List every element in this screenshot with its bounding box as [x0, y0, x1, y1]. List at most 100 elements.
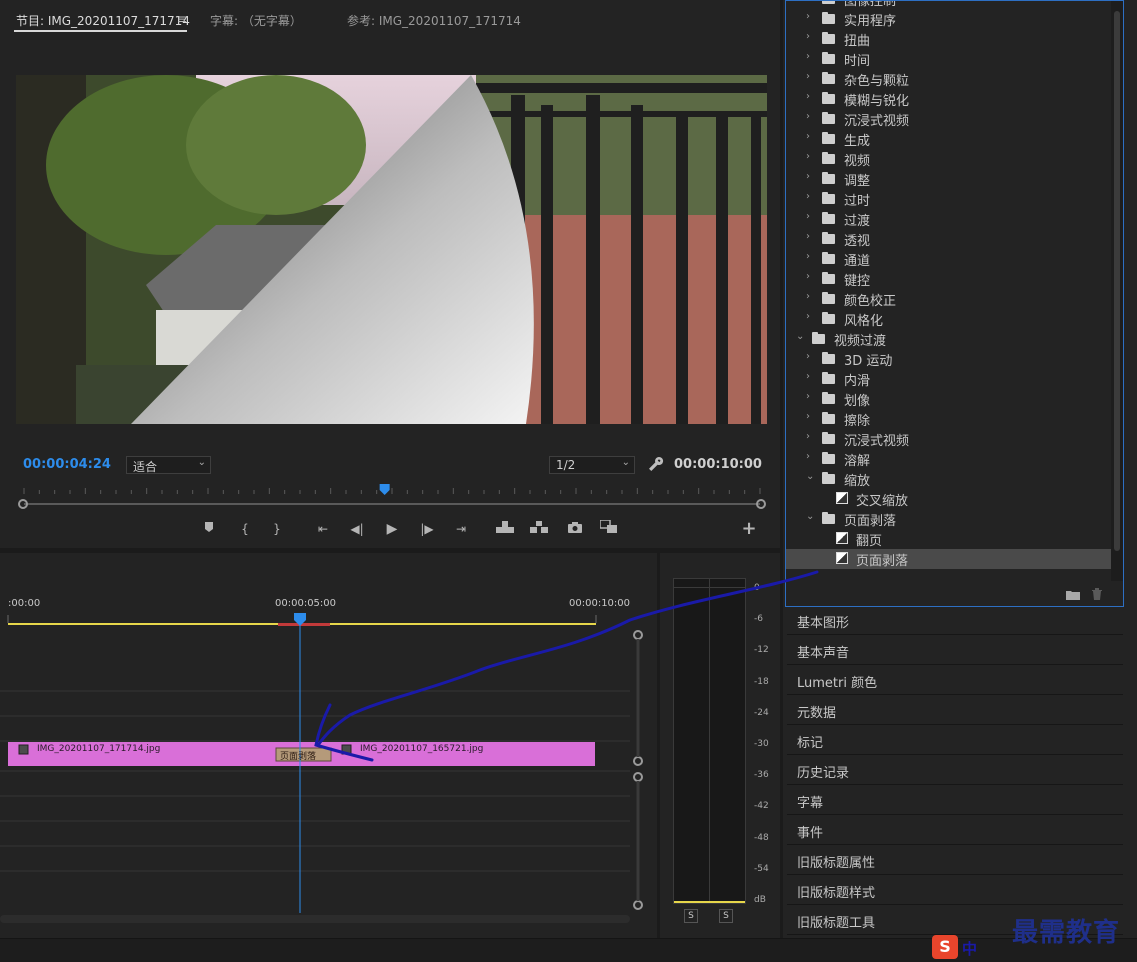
effects-scrollbar[interactable]: [1111, 1, 1123, 581]
panel-tab[interactable]: 基本声音: [787, 637, 1123, 665]
extract-icon[interactable]: [530, 520, 548, 538]
chevron-down-icon[interactable]: ⌄: [806, 511, 814, 522]
chevron-down-icon[interactable]: ⌄: [796, 331, 804, 342]
panel-tab[interactable]: Lumetri 颜色: [787, 667, 1123, 695]
effects-folder[interactable]: › 通道: [786, 249, 1116, 269]
solo-right-button[interactable]: S: [719, 909, 733, 923]
effects-folder[interactable]: ⌄ 缩放: [786, 469, 1116, 489]
effects-folder[interactable]: › 内滑: [786, 369, 1116, 389]
panel-tab[interactable]: 历史记录: [787, 757, 1123, 785]
effects-folder[interactable]: › 风格化: [786, 309, 1116, 329]
go-to-out-icon[interactable]: ⇥: [452, 520, 470, 538]
new-bin-icon[interactable]: [1066, 589, 1080, 600]
effects-folder[interactable]: › 杂色与颗粒: [786, 69, 1116, 89]
chevron-right-icon[interactable]: ›: [806, 111, 810, 122]
chevron-right-icon[interactable]: ›: [806, 311, 810, 322]
chevron-right-icon[interactable]: ›: [806, 371, 810, 382]
panel-tab[interactable]: 元数据: [787, 697, 1123, 725]
clip-fx-badge-icon: [341, 744, 352, 755]
mark-out-icon[interactable]: }: [268, 520, 286, 538]
camera-icon[interactable]: [566, 520, 584, 538]
effects-folder[interactable]: › 模糊与锐化: [786, 89, 1116, 109]
chevron-right-icon[interactable]: ›: [806, 131, 810, 142]
ime-language[interactable]: 中: [962, 938, 977, 959]
mark-in-icon[interactable]: {: [236, 520, 254, 538]
effects-folder[interactable]: › 溶解: [786, 449, 1116, 469]
add-marker-icon[interactable]: [200, 520, 218, 538]
effects-folder[interactable]: › 生成: [786, 129, 1116, 149]
chevron-right-icon[interactable]: ›: [806, 391, 810, 402]
chevron-right-icon[interactable]: ›: [806, 451, 810, 462]
chevron-right-icon[interactable]: ›: [806, 191, 810, 202]
clip-name: IMG_20201107_171714.jpg: [37, 744, 161, 754]
chevron-right-icon[interactable]: ›: [806, 71, 810, 82]
chevron-right-icon[interactable]: ›: [806, 271, 810, 282]
chevron-right-icon[interactable]: ›: [806, 411, 810, 422]
scrub-bar[interactable]: [16, 484, 768, 514]
chevron-right-icon[interactable]: ›: [806, 1, 810, 2]
chevron-right-icon[interactable]: ›: [806, 31, 810, 42]
effects-folder[interactable]: › 调整: [786, 169, 1116, 189]
trash-icon[interactable]: [1091, 588, 1103, 600]
chevron-right-icon[interactable]: ›: [806, 431, 810, 442]
zoom-fit-select[interactable]: 适合 ⌄: [126, 456, 211, 474]
effects-folder[interactable]: ⌄ 页面剥落: [786, 509, 1116, 529]
chevron-right-icon[interactable]: ›: [806, 351, 810, 362]
effects-folder[interactable]: › 扭曲: [786, 29, 1116, 49]
effects-folder[interactable]: › 划像: [786, 389, 1116, 409]
effects-folder[interactable]: › 沉浸式视频: [786, 109, 1116, 129]
effect-item[interactable]: 翻页: [786, 529, 1116, 549]
tree-item-label: 杂色与颗粒: [844, 74, 910, 89]
go-to-in-icon[interactable]: ⇤: [314, 520, 332, 538]
play-icon[interactable]: ▶: [383, 520, 401, 538]
tab-captions[interactable]: 字幕: （无字幕）: [210, 12, 302, 29]
effects-folder[interactable]: ⌄ 视频过渡: [786, 329, 1116, 349]
chevron-right-icon[interactable]: ›: [806, 211, 810, 222]
chevron-right-icon[interactable]: ›: [806, 231, 810, 242]
solo-left-button[interactable]: S: [684, 909, 698, 923]
scroll-thumb[interactable]: [1114, 11, 1120, 551]
compare-view-icon[interactable]: [599, 519, 618, 538]
horizontal-scrollbar[interactable]: [0, 915, 630, 923]
panel-tab[interactable]: 事件: [787, 817, 1123, 845]
chevron-right-icon[interactable]: ›: [806, 91, 810, 102]
effects-folder[interactable]: › 擦除: [786, 409, 1116, 429]
effect-item[interactable]: 交叉缩放: [786, 489, 1116, 509]
effects-folder[interactable]: › 实用程序: [786, 9, 1116, 29]
panel-tab[interactable]: 基本图形: [787, 607, 1123, 635]
effect-item[interactable]: 页面剥落: [786, 549, 1116, 569]
effects-folder[interactable]: › 颜色校正: [786, 289, 1116, 309]
resolution-select[interactable]: 1/2 ⌄: [549, 456, 635, 474]
chevron-right-icon[interactable]: ›: [806, 51, 810, 62]
chevron-down-icon[interactable]: ⌄: [806, 471, 814, 482]
tab-reference[interactable]: 参考: IMG_20201107_171714: [347, 12, 521, 29]
effects-folder[interactable]: › 过渡: [786, 209, 1116, 229]
tab-program[interactable]: 节目: IMG_20201107_171714: [16, 12, 190, 29]
effects-folder[interactable]: › 图像控制: [786, 1, 1116, 9]
effects-folder[interactable]: › 键控: [786, 269, 1116, 289]
effects-folder[interactable]: › 过时: [786, 189, 1116, 209]
panel-tab[interactable]: 旧版标题属性: [787, 847, 1123, 875]
panel-tab[interactable]: 旧版标题样式: [787, 877, 1123, 905]
step-back-icon[interactable]: ◀|: [348, 520, 366, 538]
ime-logo-icon[interactable]: S: [932, 935, 958, 959]
chevron-right-icon[interactable]: ›: [806, 171, 810, 182]
effects-folder[interactable]: › 透视: [786, 229, 1116, 249]
current-timecode[interactable]: 00:00:04:24: [23, 457, 111, 472]
panel-tab[interactable]: 字幕: [787, 787, 1123, 815]
effects-folder[interactable]: › 沉浸式视频: [786, 429, 1116, 449]
chevron-right-icon[interactable]: ›: [806, 11, 810, 22]
effects-folder[interactable]: › 视频: [786, 149, 1116, 169]
button-editor-add[interactable]: +: [740, 520, 758, 538]
wrench-icon[interactable]: [648, 456, 664, 472]
chevron-right-icon[interactable]: ›: [806, 251, 810, 262]
chevron-right-icon[interactable]: ›: [806, 291, 810, 302]
panel-menu-icon[interactable]: ≡: [177, 12, 187, 26]
effects-folder[interactable]: › 3D 运动: [786, 349, 1116, 369]
step-forward-icon[interactable]: |▶: [418, 520, 436, 538]
chevron-right-icon[interactable]: ›: [806, 151, 810, 162]
lift-icon[interactable]: [496, 520, 514, 538]
tree-item-label: 沉浸式视频: [844, 114, 910, 129]
panel-tab[interactable]: 标记: [787, 727, 1123, 755]
effects-folder[interactable]: › 时间: [786, 49, 1116, 69]
